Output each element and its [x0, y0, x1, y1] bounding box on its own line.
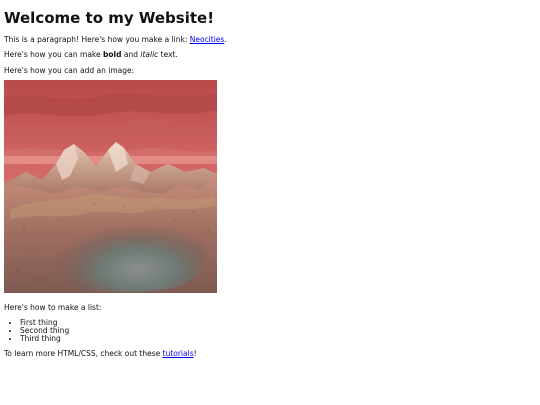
tutorials-link[interactable]: tutorials	[163, 349, 194, 358]
page-title: Welcome to my Website!	[4, 9, 215, 27]
paragraph-text: !	[193, 348, 197, 358]
paragraph-image-example: Here's how you can add an image:	[4, 65, 135, 75]
paragraph-text: .	[224, 35, 227, 44]
paragraph-text: This is a paragraph! Here's how you make…	[4, 35, 190, 44]
list-item: First thing	[20, 318, 536, 327]
list-item: Third thing	[20, 334, 536, 343]
example-list: First thing Second thing Third thing	[4, 318, 536, 343]
paragraph-link-example: This is a paragraph! Here's how you make…	[4, 35, 536, 44]
paragraph-text: Here's how you can make	[4, 50, 103, 60]
paragraph-text: and	[121, 50, 141, 60]
italic-text: italic	[140, 50, 159, 60]
paragraph-learn-more: To learn more HTML/CSS, check out these …	[4, 349, 536, 358]
paragraph-text: text.	[158, 50, 178, 60]
page-content: Welcome to my Website! This is a paragra…	[0, 0, 540, 358]
paragraph-format-example: Here's how you can make bold and italic …	[4, 50, 536, 59]
paragraph-list-example: Here's how to make a list:	[4, 303, 102, 313]
alien-landscape-image	[4, 80, 217, 294]
paragraph-text: To learn more HTML/CSS, check out these	[4, 348, 163, 358]
neocities-link[interactable]: Neocities	[190, 35, 225, 44]
list-item: Second thing	[20, 326, 536, 335]
bold-text: bold	[103, 50, 122, 60]
